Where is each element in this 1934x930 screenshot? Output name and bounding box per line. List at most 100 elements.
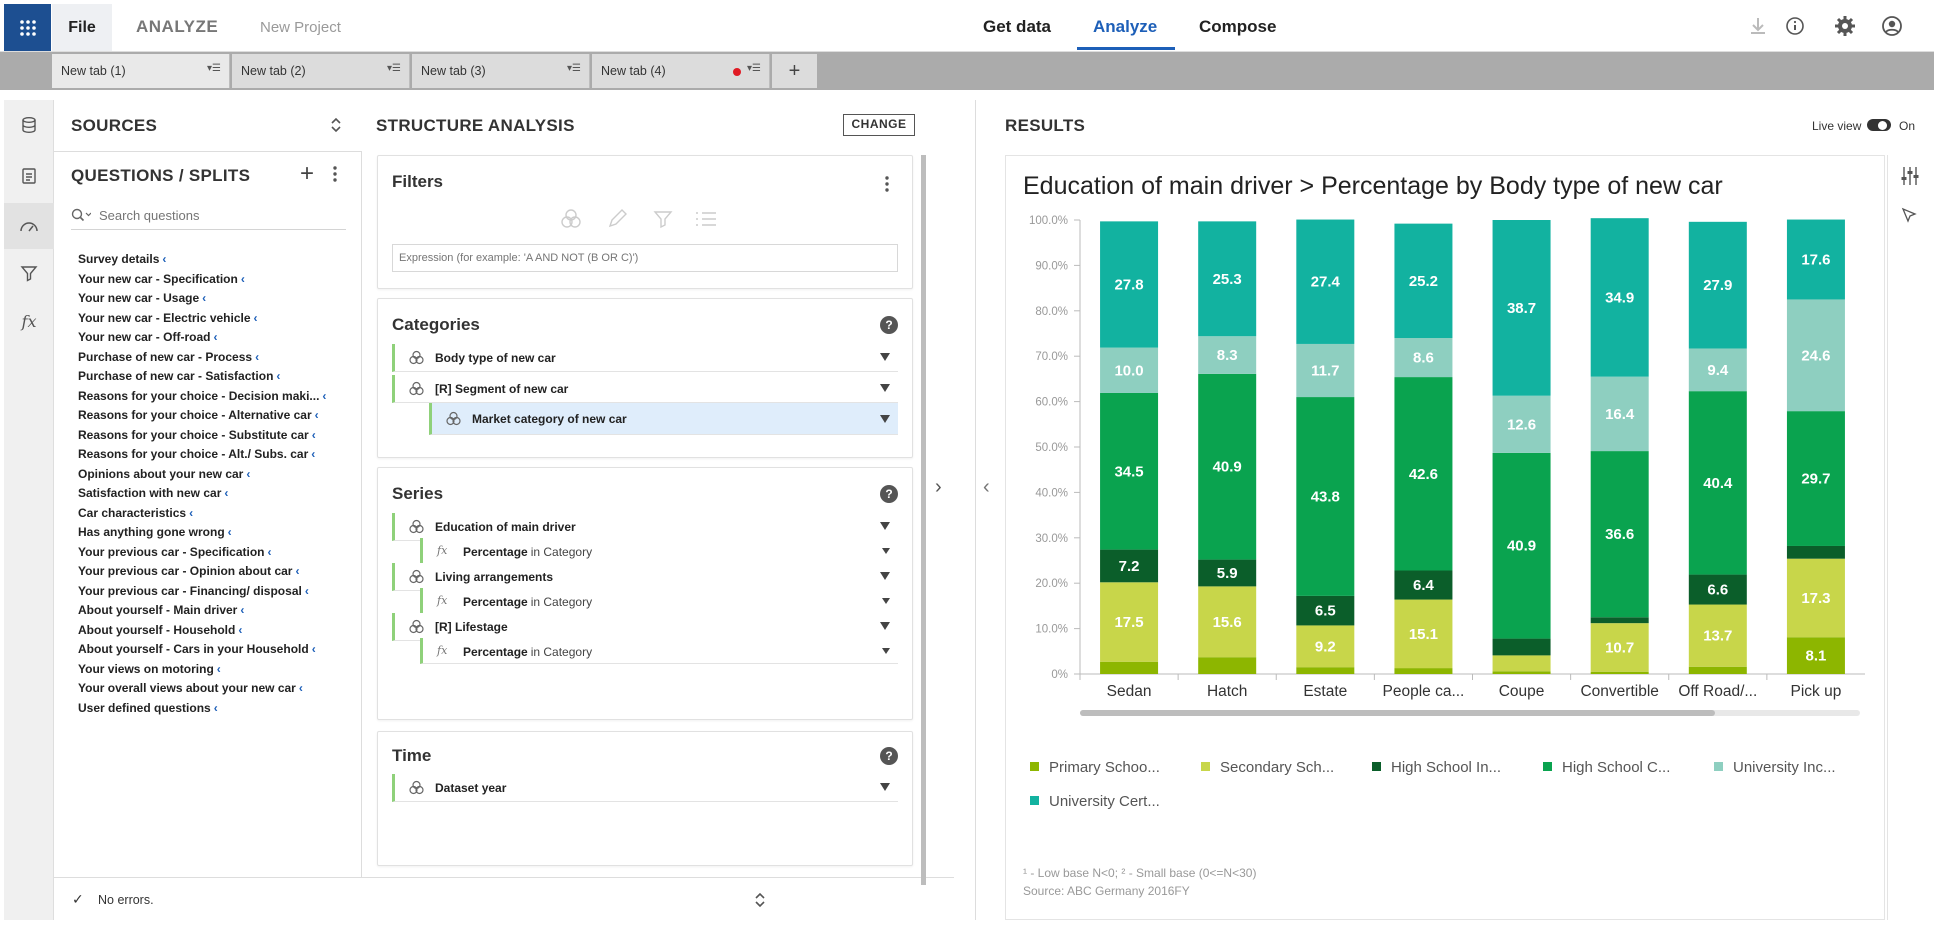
- structure-scrollbar[interactable]: [921, 155, 926, 885]
- series-row[interactable]: Education of main driver: [392, 513, 898, 541]
- legend-item[interactable]: University Cert...: [1030, 793, 1160, 810]
- question-item[interactable]: About yourself - Main driver ‹: [78, 603, 244, 617]
- doc-tab-2[interactable]: New tab (2) ▾☰: [232, 54, 410, 88]
- chevron-left-icon[interactable]: ‹: [241, 272, 245, 286]
- question-item[interactable]: User defined questions ‹: [78, 701, 218, 715]
- time-row[interactable]: Dataset year: [392, 774, 898, 802]
- categories-help-icon[interactable]: ?: [880, 316, 898, 334]
- list-icon[interactable]: [694, 208, 718, 235]
- collapse-left-chevron-icon[interactable]: ‹: [983, 476, 990, 499]
- dropdown-arrow-icon[interactable]: [882, 648, 890, 654]
- dashboard-gauge-icon[interactable]: [4, 203, 54, 249]
- question-item[interactable]: Your previous car - Financing/ disposal ‹: [78, 584, 309, 598]
- dropdown-arrow-icon[interactable]: [882, 598, 890, 604]
- question-item[interactable]: Car characteristics ‹: [78, 506, 193, 520]
- questions-list-icon[interactable]: [4, 153, 54, 199]
- dropdown-arrow-icon[interactable]: [880, 384, 890, 392]
- question-item[interactable]: Satisfaction with new car ‹: [78, 486, 228, 500]
- chevron-left-icon[interactable]: ‹: [276, 369, 280, 383]
- tab-menu-icon[interactable]: ▾☰: [747, 63, 761, 74]
- chevron-left-icon[interactable]: ‹: [311, 447, 315, 461]
- add-question-icon[interactable]: +: [300, 162, 314, 186]
- chevron-left-icon[interactable]: ‹: [299, 681, 303, 695]
- chevron-left-icon[interactable]: ‹: [295, 564, 299, 578]
- legend-item[interactable]: University Inc...: [1714, 759, 1836, 776]
- pencil-icon[interactable]: [606, 208, 628, 235]
- chevron-left-icon[interactable]: ‹: [255, 350, 259, 364]
- doc-tab-4[interactable]: New tab (4) ▾☰: [592, 54, 770, 88]
- category-row[interactable]: [R] Segment of new car: [392, 375, 898, 403]
- series-row[interactable]: Living arrangements: [392, 563, 898, 591]
- tab-menu-icon[interactable]: ▾☰: [567, 63, 581, 74]
- dropdown-arrow-icon[interactable]: [880, 622, 890, 630]
- legend-item[interactable]: Primary Schoo...: [1030, 759, 1160, 776]
- legend-item[interactable]: High School C...: [1543, 759, 1670, 776]
- series-measure-row[interactable]: fx Percentage in Category: [420, 588, 898, 614]
- chevron-left-icon[interactable]: ‹: [312, 428, 316, 442]
- dropdown-arrow-icon[interactable]: [880, 783, 890, 791]
- nav-tab-analyze[interactable]: Analyze: [1093, 17, 1157, 37]
- doc-tab-1[interactable]: New tab (1) ▾☰: [52, 54, 230, 88]
- chevron-left-icon[interactable]: ‹: [268, 545, 272, 559]
- question-item[interactable]: Your new car - Off-road ‹: [78, 330, 217, 344]
- chevron-left-icon[interactable]: ‹: [246, 467, 250, 481]
- expand-collapse-icon[interactable]: [330, 115, 342, 140]
- series-measure-row[interactable]: fx Percentage in Category: [420, 538, 898, 564]
- add-tab-button[interactable]: +: [772, 54, 817, 88]
- chevron-left-icon[interactable]: ‹: [162, 252, 166, 266]
- question-item[interactable]: About yourself - Household ‹: [78, 623, 242, 637]
- dropdown-arrow-icon[interactable]: [880, 572, 890, 580]
- question-item[interactable]: Your overall views about your new car ‹: [78, 681, 303, 695]
- dropdown-arrow-icon[interactable]: [882, 548, 890, 554]
- question-item[interactable]: Reasons for your choice - Alternative ca…: [78, 408, 319, 422]
- nav-tab-get-data[interactable]: Get data: [983, 17, 1051, 37]
- more-options-icon[interactable]: [333, 166, 337, 187]
- chevron-left-icon[interactable]: ‹: [305, 584, 309, 598]
- expand-right-chevron-icon[interactable]: ›: [935, 476, 942, 499]
- tab-menu-icon[interactable]: ▾☰: [387, 63, 401, 74]
- file-menu-button[interactable]: File: [52, 4, 112, 51]
- question-item[interactable]: Your new car - Electric vehicle ‹: [78, 311, 258, 325]
- question-item[interactable]: Your views on motoring ‹: [78, 662, 221, 676]
- doc-tab-3[interactable]: New tab (3) ▾☰: [412, 54, 590, 88]
- chevron-left-icon[interactable]: ‹: [322, 389, 326, 403]
- project-name[interactable]: New Project: [260, 19, 341, 36]
- filter-funnel-icon[interactable]: [652, 208, 674, 235]
- question-item[interactable]: Reasons for your choice - Decision maki.…: [78, 389, 326, 403]
- chevron-left-icon[interactable]: ‹: [238, 623, 242, 637]
- chevron-left-icon[interactable]: ‹: [315, 408, 319, 422]
- question-item[interactable]: Survey details ‹: [78, 252, 166, 266]
- chevron-left-icon[interactable]: ‹: [240, 603, 244, 617]
- expand-status-icon[interactable]: [754, 890, 766, 915]
- question-item[interactable]: Has anything gone wrong ‹: [78, 525, 232, 539]
- category-row-selected[interactable]: Market category of new car: [429, 403, 898, 435]
- legend-item[interactable]: High School In...: [1372, 759, 1501, 776]
- question-item[interactable]: Opinions about your new car ‹: [78, 467, 250, 481]
- tab-menu-icon[interactable]: ▾☰: [207, 63, 221, 74]
- dropdown-arrow-icon[interactable]: [880, 353, 890, 361]
- chevron-left-icon[interactable]: ‹: [217, 662, 221, 676]
- filter-funnel-icon[interactable]: [4, 250, 54, 296]
- chevron-left-icon[interactable]: ‹: [254, 311, 258, 325]
- filters-menu-icon[interactable]: [885, 176, 889, 197]
- filter-expression-input[interactable]: [392, 244, 898, 272]
- database-icon[interactable]: [4, 102, 54, 148]
- question-item[interactable]: Your previous car - Opinion about car ‹: [78, 564, 299, 578]
- question-item[interactable]: About yourself - Cars in your Household ‹: [78, 642, 316, 656]
- question-item[interactable]: Your new car - Usage ‹: [78, 291, 206, 305]
- download-icon[interactable]: [1746, 14, 1770, 38]
- user-account-icon[interactable]: [1880, 14, 1904, 38]
- dropdown-arrow-icon[interactable]: [880, 415, 890, 423]
- app-grid-icon[interactable]: [4, 4, 51, 51]
- chevron-left-icon[interactable]: ‹: [312, 642, 316, 656]
- question-item[interactable]: Purchase of new car - Process ‹: [78, 350, 259, 364]
- question-item[interactable]: Purchase of new car - Satisfaction ‹: [78, 369, 280, 383]
- question-item[interactable]: Your new car - Specification ‹: [78, 272, 245, 286]
- chevron-left-icon[interactable]: ‹: [228, 525, 232, 539]
- question-item[interactable]: Your previous car - Specification ‹: [78, 545, 272, 559]
- function-fx-icon[interactable]: fx: [4, 298, 54, 344]
- legend-item[interactable]: Secondary Sch...: [1201, 759, 1334, 776]
- settings-gear-icon[interactable]: [1833, 14, 1857, 38]
- change-button[interactable]: CHANGE: [843, 114, 915, 136]
- dropdown-arrow-icon[interactable]: [880, 522, 890, 530]
